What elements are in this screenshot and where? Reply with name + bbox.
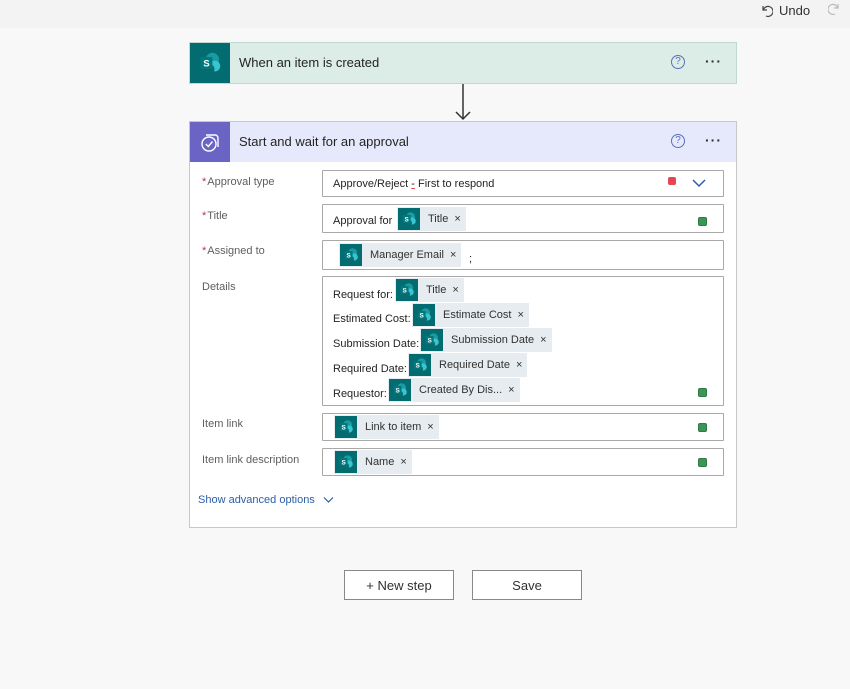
error-indicator: [668, 177, 676, 185]
more-options-button[interactable]: ···: [705, 132, 722, 148]
new-step-button[interactable]: + New step: [344, 570, 454, 600]
chevron-down-icon: [323, 497, 334, 503]
approval-type-value: Approve/Reject - First to respond: [333, 178, 495, 190]
remove-token-icon[interactable]: ×: [516, 359, 527, 371]
details-line-prefix: Request for:: [333, 289, 393, 301]
dynamic-content-token[interactable]: Created By Dis... ×: [388, 378, 520, 402]
dynamic-content-token[interactable]: Title ×: [397, 207, 466, 231]
item-link-field[interactable]: Link to item ×: [322, 413, 724, 441]
undo-label: Undo: [779, 2, 811, 18]
dynamic-content-token[interactable]: Manager Email ×: [339, 243, 462, 267]
sharepoint-icon: [409, 354, 431, 376]
sharepoint-icon: [389, 379, 411, 401]
redo-button[interactable]: [827, 2, 841, 20]
remove-token-icon[interactable]: ×: [508, 384, 519, 396]
help-icon[interactable]: ?: [671, 55, 685, 69]
dynamic-content-token[interactable]: Name ×: [334, 450, 412, 474]
recipient-separator: ;: [469, 253, 473, 265]
dynamic-content-token[interactable]: Estimate Cost ×: [412, 303, 529, 327]
sharepoint-icon: [335, 416, 357, 438]
trigger-title: When an item is created: [239, 55, 380, 70]
sharepoint-icon: [398, 208, 420, 230]
status-indicator: [698, 388, 707, 397]
sharepoint-icon: [396, 279, 418, 301]
item-link-label: Item link: [202, 418, 243, 430]
remove-token-icon[interactable]: ×: [452, 284, 463, 296]
approval-type-label: *Approval type: [202, 176, 275, 188]
sharepoint-icon: [413, 304, 435, 326]
details-line-prefix: Submission Date:: [333, 338, 420, 350]
sharepoint-icon: [335, 451, 357, 473]
item-link-description-label: Item link description: [202, 454, 300, 466]
dynamic-content-token[interactable]: Submission Date ×: [420, 328, 552, 352]
status-indicator: [698, 217, 707, 226]
approval-title: Start and wait for an approval: [239, 134, 409, 149]
assigned-to-field[interactable]: Manager Email × ;: [322, 240, 724, 270]
approvals-icon: [190, 122, 230, 162]
approval-card: Start and wait for an approval ? ··· *Ap…: [189, 121, 737, 528]
details-line-prefix: Requestor:: [333, 388, 387, 400]
chevron-down-icon[interactable]: [691, 176, 707, 190]
details-line-prefix: Estimated Cost:: [333, 313, 411, 325]
dynamic-content-token[interactable]: Title ×: [395, 278, 464, 302]
approval-type-dropdown[interactable]: Approve/Reject - First to respond: [322, 170, 724, 197]
sharepoint-icon: [190, 43, 230, 83]
undo-icon: [762, 5, 773, 17]
remove-token-icon[interactable]: ×: [454, 213, 465, 225]
title-field[interactable]: Approval for Title ×: [322, 204, 724, 233]
status-indicator: [698, 423, 707, 432]
sharepoint-icon: [421, 329, 443, 351]
remove-token-icon[interactable]: ×: [450, 249, 461, 261]
dynamic-content-token[interactable]: Link to item ×: [334, 415, 439, 439]
status-indicator: [698, 458, 707, 467]
trigger-card[interactable]: When an item is created ? ···: [189, 42, 737, 84]
save-button[interactable]: Save: [472, 570, 582, 600]
more-options-button[interactable]: ···: [705, 53, 722, 69]
redo-icon: [827, 3, 839, 16]
title-prefix: Approval for: [333, 215, 393, 227]
connector-arrow-icon: [455, 84, 471, 121]
remove-token-icon[interactable]: ×: [427, 421, 438, 433]
details-label: Details: [202, 281, 236, 293]
remove-token-icon[interactable]: ×: [517, 309, 528, 321]
details-field[interactable]: Request for: Title × Estimated Cost: Est…: [322, 276, 724, 406]
approval-header[interactable]: Start and wait for an approval ? ···: [190, 122, 736, 162]
remove-token-icon[interactable]: ×: [400, 456, 411, 468]
dynamic-content-token[interactable]: Required Date ×: [408, 353, 528, 377]
assigned-to-label: *Assigned to: [202, 245, 265, 257]
sharepoint-icon: [340, 244, 362, 266]
item-link-description-field[interactable]: Name ×: [322, 448, 724, 476]
undo-button[interactable]: Undo: [760, 1, 810, 19]
title-label: *Title: [202, 210, 228, 222]
top-toolbar: [0, 0, 850, 28]
help-icon[interactable]: ?: [671, 134, 685, 148]
remove-token-icon[interactable]: ×: [540, 334, 551, 346]
details-line-prefix: Required Date:: [333, 363, 407, 375]
show-advanced-options-link[interactable]: Show advanced options: [198, 494, 334, 506]
